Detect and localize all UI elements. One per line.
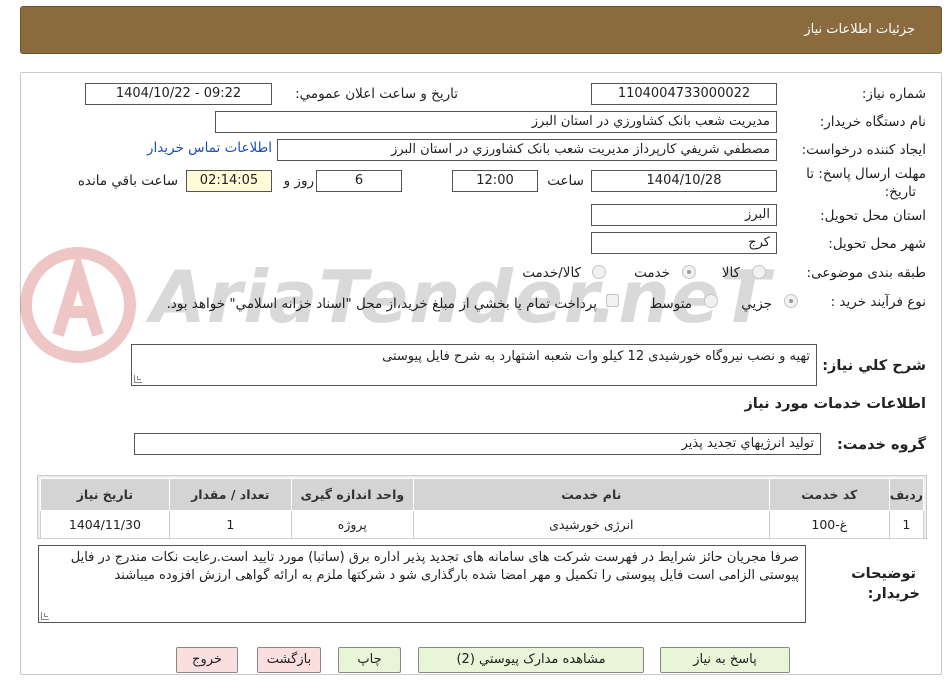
table-cell: 1404/11/30	[40, 510, 170, 539]
remaining-days-field: 6	[316, 170, 402, 192]
buyer-notes-field: صرفا مجریان حائز شرایط در فهرست شرکت های…	[38, 545, 806, 623]
category-both-label: کالا/خدمت	[522, 265, 581, 281]
deadline-date-field: 1404/10/28	[591, 170, 777, 192]
exit-button[interactable]: خروج	[176, 647, 238, 673]
page-title: جزئیات اطلاعات نیاز	[804, 22, 915, 37]
remaining-time-field: 02:14:05	[186, 170, 272, 192]
deadline-label-2: تاريخ:	[884, 184, 916, 200]
process-minor-label: جزيي	[741, 296, 772, 312]
summary-label: شرح کلي نياز:	[822, 358, 926, 374]
treasury-payment-checkbox[interactable]	[606, 294, 619, 307]
col-unit-header: واحد اندازه گيری	[290, 478, 414, 511]
services-table: رديف کد خدمت نام خدمت واحد اندازه گيری ت…	[40, 478, 925, 539]
buyer-notes-label-2: خريدار:	[867, 586, 920, 602]
respond-button[interactable]: پاسخ به نياز	[660, 647, 790, 673]
category-service-label: خدمت	[634, 265, 670, 281]
summary-text: تهیه و نصب نیروگاه خورشیدی 12 کیلو وات ش…	[382, 349, 810, 364]
category-service-radio[interactable]	[682, 265, 696, 279]
buyer-notes-text: صرفا مجریان حائز شرایط در فهرست شرکت های…	[70, 550, 799, 583]
table-cell: انرژی خورشیدی	[412, 510, 770, 539]
days-label: روز و	[283, 173, 314, 189]
deadline-time-label: ساعت	[547, 173, 584, 189]
table-row: 1 غ-100 انرژی خورشیدی پروژه 1 1404/11/30	[40, 510, 925, 539]
col-service-header: نام خدمت	[412, 478, 770, 511]
back-button[interactable]: بازگشت	[257, 647, 321, 673]
col-row-header: رديف	[888, 478, 925, 511]
col-qty-header: تعداد / مقدار	[168, 478, 292, 511]
buyer-org-label: نام دستگاه خريدار:	[819, 114, 926, 130]
summary-field: تهیه و نصب نیروگاه خورشیدی 12 کیلو وات ش…	[131, 344, 817, 386]
buyer-org-field: مديريت شعب بانک کشاورزي در استان البرز	[215, 111, 777, 133]
process-medium-label: متوسط	[649, 296, 692, 312]
page-header: جزئیات اطلاعات نیاز	[20, 6, 942, 54]
service-group-label: گروه خدمت:	[836, 437, 926, 453]
category-goods-radio[interactable]	[752, 265, 766, 279]
category-goods-label: کالا	[721, 265, 740, 281]
print-button[interactable]: چاپ	[338, 647, 401, 673]
resize-handle-icon[interactable]	[41, 612, 49, 620]
process-minor-radio[interactable]	[784, 294, 798, 308]
category-label: طبقه بندی موضوعی:	[806, 265, 926, 281]
table-cell: غ-100	[768, 510, 890, 539]
announce-label: تاریخ و ساعت اعلان عمومي:	[295, 86, 458, 102]
table-cell: پروژه	[290, 510, 414, 539]
requester-field: مصطفي شريفي کارپرداز مديريت شعب بانک کشا…	[277, 139, 777, 161]
resize-handle-icon[interactable]	[134, 375, 142, 383]
deadline-label: مهلت ارسال پاسخ: تا	[806, 166, 926, 182]
buyer-notes-label: توضيحات	[851, 566, 916, 582]
view-attachments-button[interactable]: مشاهده مدارک پيوستي (2)	[418, 647, 644, 673]
province-field: البرز	[591, 204, 777, 226]
need-number-field: 1104004733000022	[591, 83, 777, 105]
requester-label: ايجاد کننده درخواست:	[801, 142, 926, 158]
city-label: شهر محل تحويل:	[828, 236, 926, 252]
table-cell: 1	[888, 510, 925, 539]
announce-field: 1404/10/22 - 09:22	[85, 83, 272, 105]
service-group-field: توليد انرژيهاي تجديد پذير	[134, 433, 821, 455]
table-header-row: رديف کد خدمت نام خدمت واحد اندازه گيری ت…	[40, 478, 925, 511]
remaining-label: ساعت باقي مانده	[77, 173, 178, 189]
process-medium-radio[interactable]	[704, 294, 718, 308]
table-cell: 1	[168, 510, 292, 539]
province-label: استان محل تحويل:	[820, 208, 926, 224]
services-heading: اطلاعات خدمات مورد نياز	[744, 396, 926, 412]
col-code-header: کد خدمت	[768, 478, 890, 511]
need-number-label: شماره نیاز:	[861, 86, 926, 102]
col-date-header: تاريخ نياز	[40, 478, 170, 511]
city-field: کرج	[591, 232, 777, 254]
buyer-contact-link[interactable]: اطلاعات تماس خريدار	[147, 140, 272, 156]
deadline-time-field: 12:00	[452, 170, 538, 192]
process-label: نوع فرآیند خرید :	[830, 294, 926, 310]
category-both-radio[interactable]	[592, 265, 606, 279]
payment-note: پرداخت تمام يا بخشي از مبلغ خريد،از محل …	[166, 296, 597, 312]
